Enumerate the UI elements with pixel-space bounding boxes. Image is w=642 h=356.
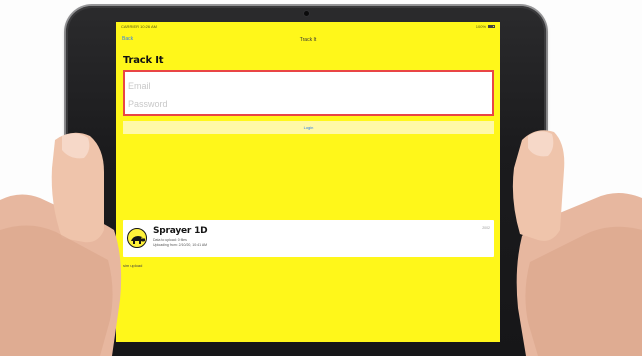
photo-scene: CARRIER 10:26 AM 100% Back Track It Trac… — [0, 0, 642, 356]
device-upload-status: Uploading from: 2/10/20, 10:41 AM — [153, 243, 208, 247]
battery-icon — [488, 25, 495, 28]
page-title: Track It — [123, 55, 164, 66]
login-form — [123, 70, 494, 116]
email-field[interactable] — [128, 78, 488, 94]
status-right: 100% — [476, 24, 495, 29]
device-data-status: Data to upload: 0 files — [153, 238, 187, 242]
left-hand — [0, 132, 122, 356]
login-button[interactable]: Login — [123, 121, 494, 134]
device-meta: 2002 — [482, 226, 490, 230]
password-field[interactable] — [128, 96, 488, 112]
back-button[interactable]: Back — [122, 36, 133, 42]
front-camera — [304, 11, 309, 16]
status-bar: CARRIER 10:26 AM 100% — [116, 22, 500, 31]
right-hand — [512, 130, 642, 356]
sprayer-logo-icon — [127, 228, 147, 248]
navigation-bar: Back Track It — [116, 31, 500, 48]
login-button-label: Login — [303, 125, 314, 130]
battery-percent: 100% — [475, 24, 486, 29]
device-card[interactable]: Sprayer 1D Data to upload: 0 files Uploa… — [123, 220, 494, 257]
nav-title: Track It — [299, 36, 317, 43]
device-name: Sprayer 1D — [153, 226, 208, 236]
app-screen: CARRIER 10:26 AM 100% Back Track It Trac… — [116, 22, 500, 342]
status-left: CARRIER 10:26 AM — [121, 24, 158, 29]
